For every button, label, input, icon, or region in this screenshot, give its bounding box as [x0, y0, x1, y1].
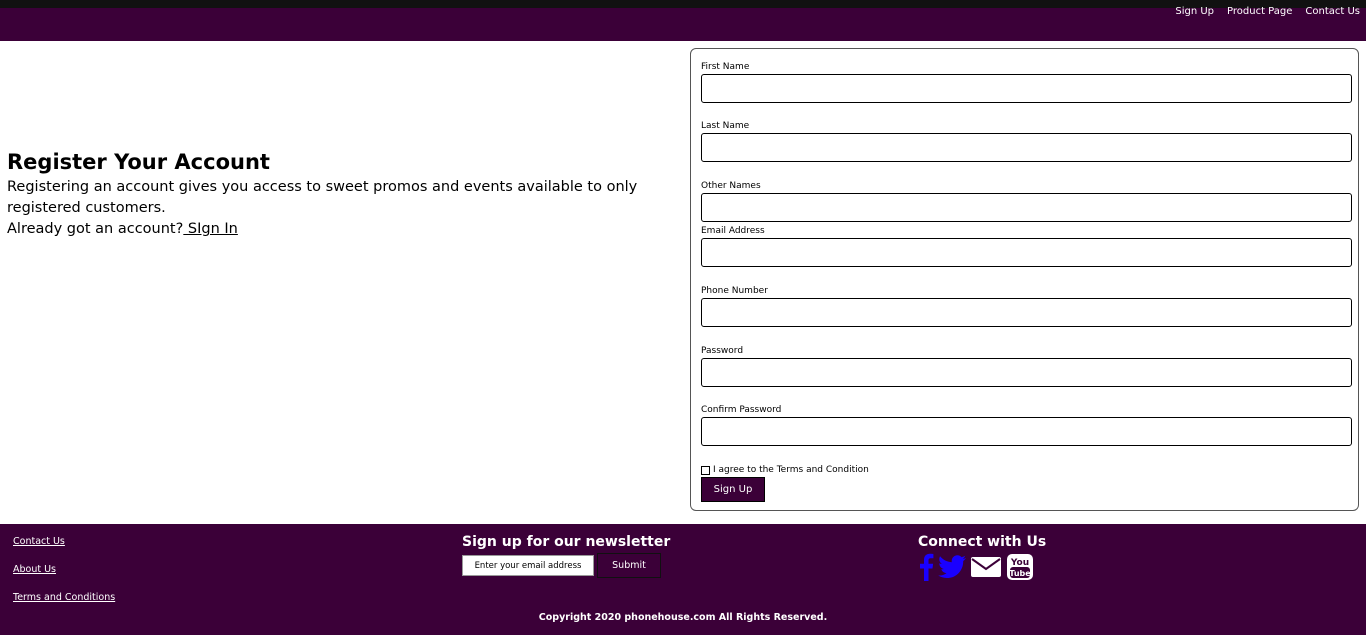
footer-terms-link[interactable]: Terms and Conditions — [13, 592, 115, 603]
twitter-icon[interactable] — [938, 555, 966, 579]
email-input[interactable] — [701, 238, 1352, 267]
svg-text:You: You — [1010, 558, 1029, 568]
intro-section: Register Your Account Registering an acc… — [7, 150, 677, 240]
email-icon[interactable] — [970, 555, 1002, 579]
footer: Contact Us About Us Terms and Conditions… — [0, 524, 1366, 635]
footer-about-us-link[interactable]: About Us — [13, 564, 56, 575]
registration-form: First Name Last Name Other Names Email A… — [690, 48, 1359, 511]
other-names-input[interactable] — [701, 193, 1352, 222]
signin-prompt-text: Already got an account? — [7, 221, 184, 237]
confirm-password-input[interactable] — [701, 417, 1352, 446]
page-title: Register Your Account — [7, 150, 270, 174]
signup-button[interactable]: Sign Up — [701, 477, 765, 502]
password-input[interactable] — [701, 358, 1352, 387]
navbar: Sign Up Product Page Contact Us — [0, 6, 1366, 41]
facebook-icon[interactable] — [918, 553, 934, 581]
social-icons: You Tube — [918, 553, 1034, 581]
signin-link[interactable]: SIgn In — [183, 221, 238, 237]
last-name-label: Last Name — [701, 121, 750, 131]
newsletter-submit-button[interactable]: Submit — [597, 553, 661, 578]
signin-prompt: Already got an account? SIgn In — [7, 219, 677, 240]
terms-row: I agree to the Terms and Condition — [701, 465, 869, 475]
nav-links: Sign Up Product Page Contact Us — [1175, 6, 1360, 18]
footer-contact-us-link[interactable]: Contact Us — [13, 536, 65, 547]
phone-input[interactable] — [701, 298, 1352, 327]
svg-text:Tube: Tube — [1009, 569, 1031, 578]
nav-product-page-link[interactable]: Product Page — [1227, 6, 1292, 18]
terms-checkbox[interactable] — [701, 465, 710, 475]
connect-title: Connect with Us — [918, 534, 1047, 550]
top-edge — [0, 0, 1366, 8]
other-names-label: Other Names — [701, 181, 761, 191]
newsletter-title: Sign up for our newsletter — [462, 534, 671, 550]
first-name-label: First Name — [701, 62, 750, 72]
terms-label: I agree to the Terms and Condition — [713, 465, 869, 475]
confirm-password-label: Confirm Password — [701, 405, 782, 415]
email-label: Email Address — [701, 226, 765, 236]
password-label: Password — [701, 346, 744, 356]
last-name-input[interactable] — [701, 133, 1352, 162]
copyright: Copyright 2020 phonehouse.com All Rights… — [538, 612, 828, 623]
youtube-icon[interactable]: You Tube — [1006, 553, 1034, 581]
first-name-input[interactable] — [701, 74, 1352, 103]
intro-description: Registering an account gives you access … — [7, 179, 638, 216]
phone-label: Phone Number — [701, 286, 768, 296]
nav-signup-link[interactable]: Sign Up — [1175, 6, 1214, 18]
newsletter-email-input[interactable]: Enter your email address — [462, 555, 594, 576]
nav-contact-us-link[interactable]: Contact Us — [1305, 6, 1360, 18]
